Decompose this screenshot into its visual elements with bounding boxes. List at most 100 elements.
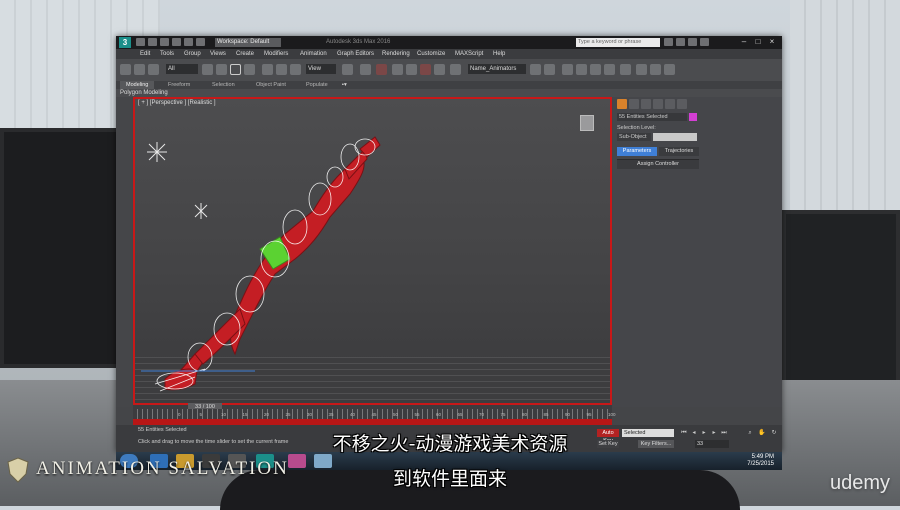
curve-editor-icon[interactable] <box>590 64 601 75</box>
ribbon-panel-label[interactable]: Polygon Modeling <box>116 89 782 97</box>
snaps-icon[interactable] <box>392 64 403 75</box>
create-tab-icon[interactable] <box>617 99 627 109</box>
subtitle-line-1: 不移之火-动漫游戏美术资源 <box>332 433 568 455</box>
main-toolbar: All View Name_Animators <box>116 59 782 82</box>
workspace-dropdown[interactable]: Workspace: Default <box>215 38 281 47</box>
ribbon-options-icon[interactable]: ▪▾ <box>342 81 347 89</box>
menu-help[interactable]: Help <box>493 49 505 59</box>
select-object-icon[interactable] <box>202 64 213 75</box>
unlink-icon[interactable] <box>134 64 145 75</box>
select-by-name-icon[interactable] <box>216 64 227 75</box>
favorites-icon[interactable] <box>688 38 697 46</box>
tab-selection[interactable]: Selection <box>212 81 235 89</box>
utilities-tab-icon[interactable] <box>677 99 687 109</box>
assign-controller-rollout[interactable]: Assign Controller <box>617 159 699 169</box>
rotate-icon[interactable] <box>276 64 287 75</box>
rendered-frame-icon[interactable] <box>650 64 661 75</box>
spinner-snap-icon[interactable] <box>434 64 445 75</box>
minimize-icon[interactable]: – <box>738 37 750 47</box>
render-setup-icon[interactable] <box>636 64 647 75</box>
trajectories-button[interactable]: Trajectories <box>659 147 699 156</box>
percent-snap-icon[interactable] <box>420 64 431 75</box>
help-icon[interactable] <box>700 38 709 46</box>
project-icon[interactable] <box>196 38 205 46</box>
window-crossing-icon[interactable] <box>244 64 255 75</box>
maximize-icon[interactable]: □ <box>752 37 764 47</box>
tab-freeform[interactable]: Freeform <box>168 81 190 89</box>
ribbon-toggle-icon[interactable] <box>576 64 587 75</box>
render-icon[interactable] <box>664 64 675 75</box>
sub-object-button[interactable]: Sub-Object <box>617 133 651 141</box>
selection-filter-dropdown[interactable]: All <box>166 64 198 74</box>
menu-create[interactable]: Create <box>236 49 254 59</box>
motion-tab-icon[interactable] <box>653 99 663 109</box>
select-manipulate-icon[interactable] <box>360 64 371 75</box>
link-icon[interactable] <box>120 64 131 75</box>
timeline-tick-label: 20 <box>264 412 270 417</box>
close-icon[interactable]: × <box>766 37 778 47</box>
open-icon[interactable] <box>148 38 157 46</box>
hierarchy-tab-icon[interactable] <box>641 99 651 109</box>
timeline-tick-label: 75 <box>500 412 506 417</box>
tab-modeling[interactable]: Modeling <box>120 81 155 89</box>
background-monitor-left <box>0 128 122 368</box>
undo-icon[interactable] <box>172 38 181 46</box>
menu-rendering[interactable]: Rendering <box>382 49 410 59</box>
menu-modifiers[interactable]: Modifiers <box>264 49 288 59</box>
material-editor-icon[interactable] <box>620 64 631 75</box>
mirror-icon[interactable] <box>530 64 541 75</box>
timeline-tick-label: 5 <box>199 412 203 417</box>
app-logo-icon[interactable]: 3 <box>119 37 131 48</box>
scale-icon[interactable] <box>290 64 301 75</box>
reference-coord-dropdown[interactable]: View <box>306 64 336 74</box>
tab-object-paint[interactable]: Object Paint <box>256 81 286 89</box>
angle-snap-icon[interactable] <box>406 64 417 75</box>
keyboard-shortcut-icon[interactable] <box>376 64 387 75</box>
layer-explorer-icon[interactable] <box>562 64 573 75</box>
menu-bar: Edit Tools Group Views Create Modifiers … <box>116 49 782 59</box>
schematic-view-icon[interactable] <box>604 64 615 75</box>
move-icon[interactable] <box>262 64 273 75</box>
timeline-tick-label: 85 <box>543 412 549 417</box>
save-icon[interactable] <box>160 38 169 46</box>
command-panel: 55 Entities Selected Selection Level: Su… <box>613 97 782 407</box>
align-icon[interactable] <box>544 64 555 75</box>
bind-spacewarp-icon[interactable] <box>148 64 159 75</box>
display-tab-icon[interactable] <box>665 99 675 109</box>
timeline-tick-label: 100 <box>608 412 616 417</box>
pivot-icon[interactable] <box>342 64 353 75</box>
new-icon[interactable] <box>136 38 145 46</box>
timeline-tick-label: 45 <box>371 412 377 417</box>
modify-tab-icon[interactable] <box>629 99 639 109</box>
timeline-tick-label: 35 <box>328 412 334 417</box>
timeline-tick-label: 60 <box>436 412 442 417</box>
object-color-swatch[interactable] <box>689 113 697 121</box>
window-title: Autodesk 3ds Max 2016 <box>326 39 391 45</box>
menu-edit[interactable]: Edit <box>140 49 150 59</box>
subtitle-line-2: 到软件里面来 <box>392 468 507 490</box>
search-input[interactable]: Type a keyword or phrase <box>576 38 660 47</box>
parameters-button[interactable]: Parameters <box>617 147 657 156</box>
edit-named-selection-icon[interactable] <box>450 64 461 75</box>
menu-customize[interactable]: Customize <box>417 49 445 59</box>
menu-tools[interactable]: Tools <box>160 49 174 59</box>
infocenter-icon[interactable] <box>676 38 685 46</box>
timeline-tick-label: 55 <box>414 412 420 417</box>
menu-group[interactable]: Group <box>184 49 201 59</box>
menu-graph-editors[interactable]: Graph Editors <box>337 49 374 59</box>
search-icon[interactable] <box>664 38 673 46</box>
perspective-viewport[interactable]: [ + ] [Perspective ] [Realistic ] <box>133 97 612 405</box>
rect-select-icon[interactable] <box>230 64 241 75</box>
background-monitor-right <box>782 210 900 386</box>
timeline-tick-label: 25 <box>285 412 291 417</box>
timeline-tick-label: 40 <box>350 412 356 417</box>
timeline-tick-label: 15 <box>242 412 248 417</box>
tab-populate[interactable]: Populate <box>306 81 328 89</box>
redo-icon[interactable] <box>184 38 193 46</box>
sub-object-dropdown[interactable] <box>653 133 697 141</box>
menu-animation[interactable]: Animation <box>300 49 327 59</box>
selection-name-field[interactable]: 55 Entities Selected <box>617 113 687 121</box>
menu-views[interactable]: Views <box>210 49 226 59</box>
named-selection-dropdown[interactable]: Name_Animators <box>468 64 526 74</box>
menu-maxscript[interactable]: MAXScript <box>455 49 483 59</box>
